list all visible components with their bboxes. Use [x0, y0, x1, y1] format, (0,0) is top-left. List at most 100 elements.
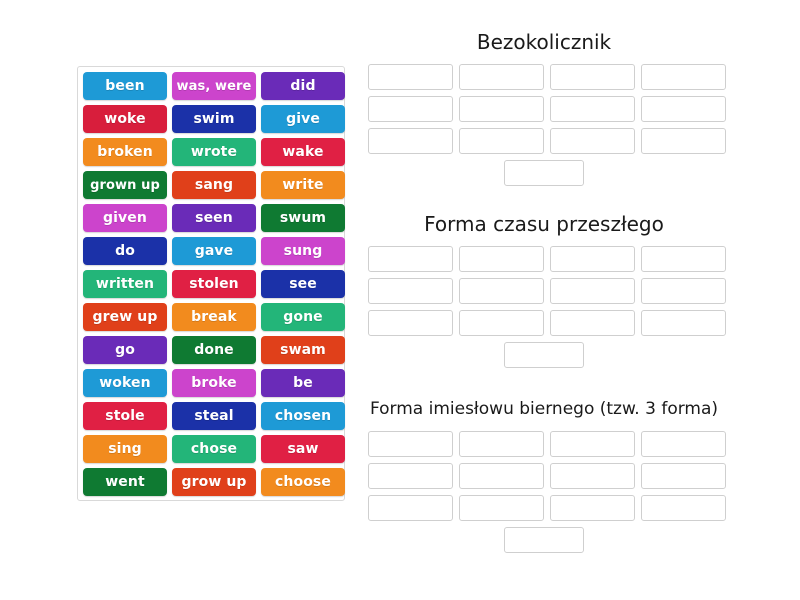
- tile-row: do gave sung: [83, 237, 345, 265]
- word-tile[interactable]: gave: [172, 237, 256, 265]
- word-tile[interactable]: broken: [83, 138, 167, 166]
- answer-slot-row: [368, 246, 726, 272]
- word-tile[interactable]: swim: [172, 105, 256, 133]
- answer-slot[interactable]: [368, 246, 453, 272]
- word-tile[interactable]: wrote: [172, 138, 256, 166]
- section-title-infinitive: Bezokolicznik: [476, 30, 612, 54]
- tile-row: woke swim give: [83, 105, 345, 133]
- word-tile[interactable]: write: [261, 171, 345, 199]
- answer-slot[interactable]: [368, 431, 453, 457]
- word-tile[interactable]: went: [83, 468, 167, 496]
- answer-slot-row: [368, 128, 726, 154]
- answer-slot[interactable]: [368, 495, 453, 521]
- word-tile[interactable]: was, were: [172, 72, 256, 100]
- word-tile[interactable]: swum: [261, 204, 345, 232]
- answer-slot-row: [368, 310, 726, 336]
- tile-row: broken wrote wake: [83, 138, 345, 166]
- answer-slot[interactable]: [550, 96, 635, 122]
- answer-slot[interactable]: [550, 64, 635, 90]
- word-tile[interactable]: broke: [172, 369, 256, 397]
- tile-row: go done swam: [83, 336, 345, 364]
- section-past-tense: Forma czasu przeszłego: [368, 212, 726, 368]
- word-tile-pool[interactable]: been was, were did woke swim give broken wrote w…: [77, 66, 345, 501]
- answer-slot[interactable]: [641, 96, 726, 122]
- slot-container-infinitive: [368, 64, 726, 186]
- word-tile[interactable]: give: [261, 105, 345, 133]
- answer-slot[interactable]: [459, 495, 544, 521]
- answer-slot[interactable]: [459, 278, 544, 304]
- answer-slot[interactable]: [550, 128, 635, 154]
- word-tile[interactable]: sing: [83, 435, 167, 463]
- answer-slot[interactable]: [550, 431, 635, 457]
- answer-slot[interactable]: [459, 463, 544, 489]
- answer-slot[interactable]: [641, 495, 726, 521]
- word-tile[interactable]: sung: [261, 237, 345, 265]
- slot-container-past-participle: [368, 431, 726, 553]
- section-infinitive: Bezokolicznik: [368, 30, 726, 186]
- word-tile[interactable]: done: [172, 336, 256, 364]
- answer-slot[interactable]: [641, 431, 726, 457]
- slot-container-past-tense: [368, 246, 726, 368]
- answer-slot[interactable]: [550, 246, 635, 272]
- word-tile[interactable]: seen: [172, 204, 256, 232]
- section-title-past-tense: Forma czasu przeszłego: [424, 212, 664, 236]
- word-tile[interactable]: written: [83, 270, 167, 298]
- answer-slot[interactable]: [459, 310, 544, 336]
- word-tile[interactable]: break: [172, 303, 256, 331]
- word-tile[interactable]: do: [83, 237, 167, 265]
- answer-slot[interactable]: [459, 128, 544, 154]
- word-tile[interactable]: given: [83, 204, 167, 232]
- word-tile[interactable]: chose: [172, 435, 256, 463]
- answer-slot[interactable]: [641, 310, 726, 336]
- answer-slot[interactable]: [641, 278, 726, 304]
- answer-slot[interactable]: [550, 278, 635, 304]
- answer-slot[interactable]: [459, 96, 544, 122]
- answer-slot-final[interactable]: [504, 160, 584, 186]
- answer-slot-row: [368, 463, 726, 489]
- tile-row: given seen swum: [83, 204, 345, 232]
- tile-row: grown up sang write: [83, 171, 345, 199]
- word-tile[interactable]: grew up: [83, 303, 167, 331]
- word-tile[interactable]: see: [261, 270, 345, 298]
- answer-slot[interactable]: [641, 246, 726, 272]
- answer-slot[interactable]: [550, 310, 635, 336]
- word-tile[interactable]: be: [261, 369, 345, 397]
- word-tile[interactable]: stole: [83, 402, 167, 430]
- answer-slot-final[interactable]: [504, 527, 584, 553]
- word-tile[interactable]: choose: [261, 468, 345, 496]
- answer-slot[interactable]: [459, 64, 544, 90]
- tile-row: written stolen see: [83, 270, 345, 298]
- answer-slot[interactable]: [641, 128, 726, 154]
- answer-slot[interactable]: [368, 96, 453, 122]
- answer-slot-final[interactable]: [504, 342, 584, 368]
- word-tile[interactable]: saw: [261, 435, 345, 463]
- answer-slot[interactable]: [368, 278, 453, 304]
- word-tile[interactable]: swam: [261, 336, 345, 364]
- word-tile[interactable]: chosen: [261, 402, 345, 430]
- word-tile[interactable]: stolen: [172, 270, 256, 298]
- section-past-participle: Forma imiesłowu biernego (tzw. 3 forma): [368, 397, 726, 553]
- answer-slot[interactable]: [641, 64, 726, 90]
- answer-slot[interactable]: [368, 128, 453, 154]
- answer-slot[interactable]: [368, 310, 453, 336]
- answer-slot[interactable]: [550, 495, 635, 521]
- answer-slot[interactable]: [641, 463, 726, 489]
- word-tile[interactable]: been: [83, 72, 167, 100]
- word-tile[interactable]: gone: [261, 303, 345, 331]
- tile-row: woken broke be: [83, 369, 345, 397]
- answer-slot[interactable]: [368, 463, 453, 489]
- word-tile[interactable]: did: [261, 72, 345, 100]
- word-tile[interactable]: go: [83, 336, 167, 364]
- answer-slot[interactable]: [459, 431, 544, 457]
- word-tile[interactable]: woke: [83, 105, 167, 133]
- answer-slot[interactable]: [459, 246, 544, 272]
- word-tile[interactable]: wake: [261, 138, 345, 166]
- word-tile[interactable]: sang: [172, 171, 256, 199]
- word-tile[interactable]: woken: [83, 369, 167, 397]
- word-tile[interactable]: grow up: [172, 468, 256, 496]
- tile-row: sing chose saw: [83, 435, 345, 463]
- word-tile[interactable]: grown up: [83, 171, 167, 199]
- answer-slot[interactable]: [550, 463, 635, 489]
- word-tile[interactable]: steal: [172, 402, 256, 430]
- answer-slot[interactable]: [368, 64, 453, 90]
